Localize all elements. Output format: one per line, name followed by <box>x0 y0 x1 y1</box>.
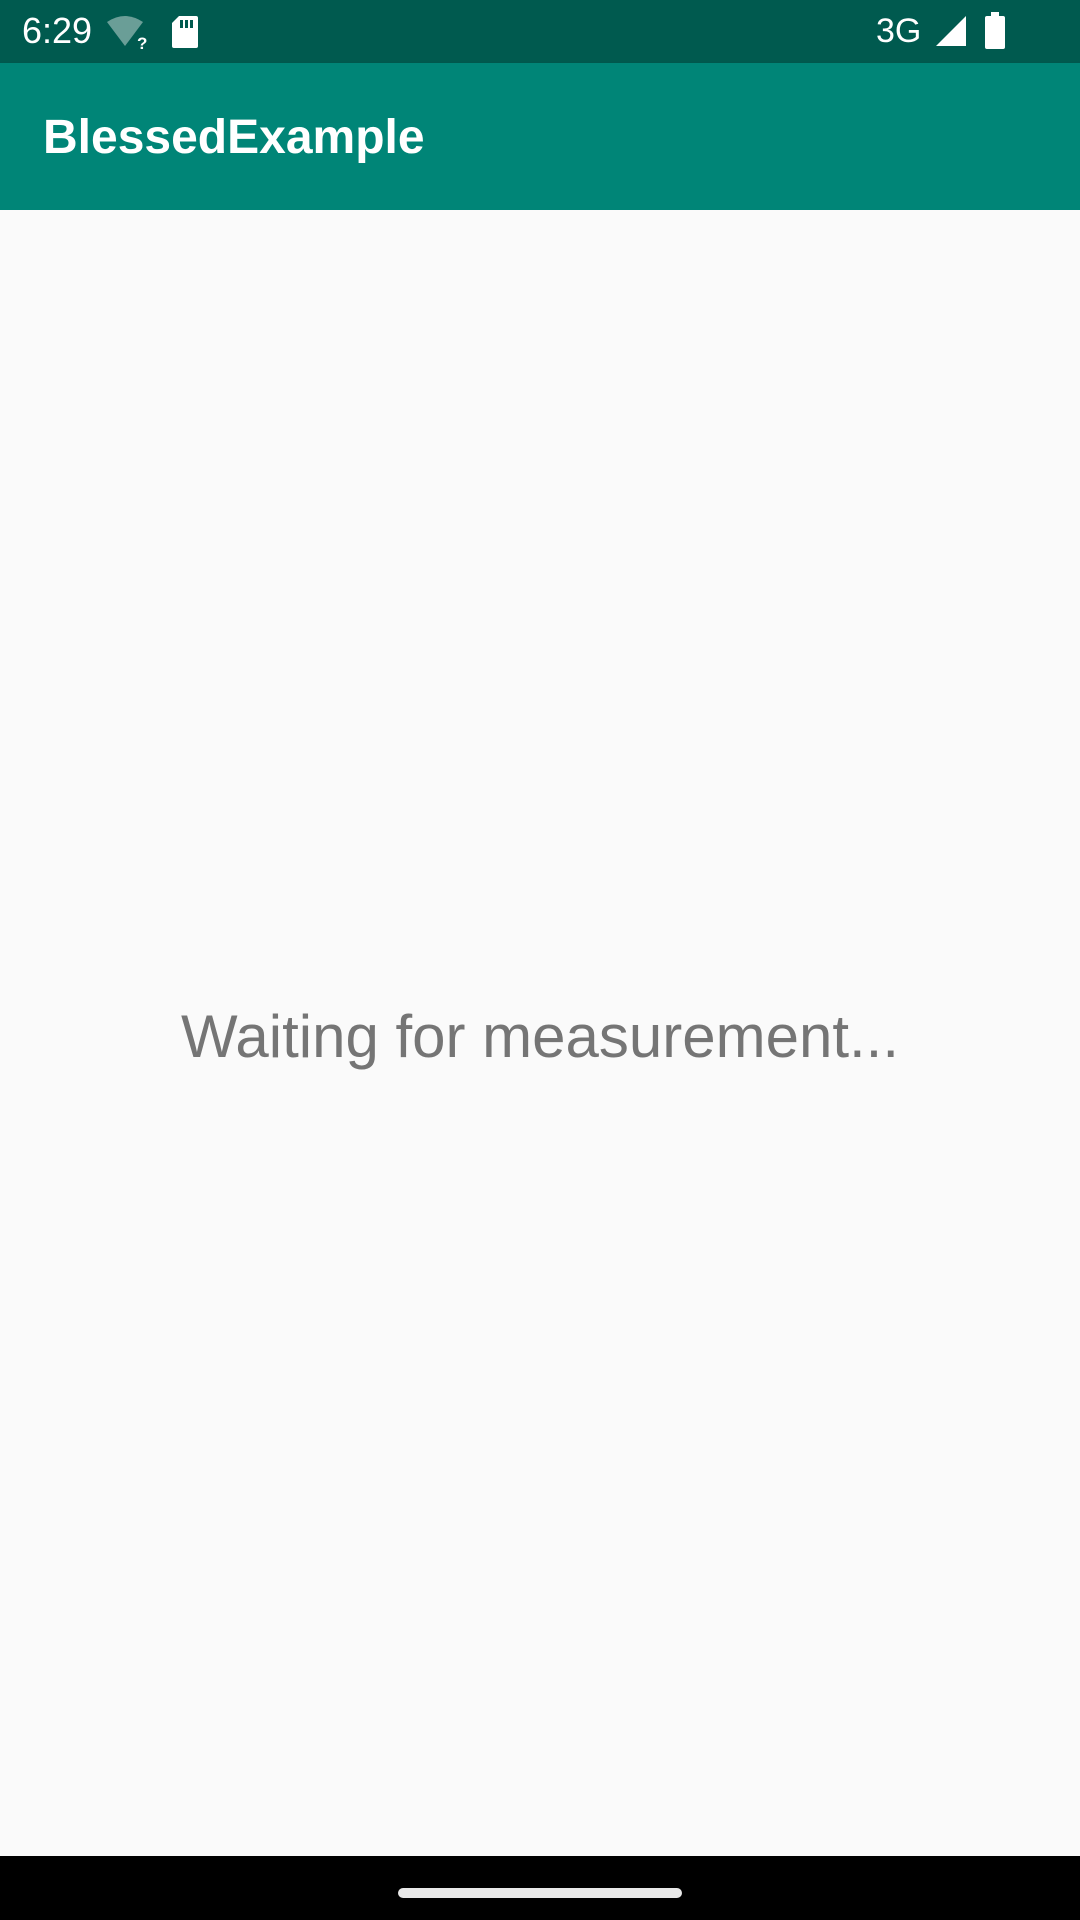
home-handle[interactable] <box>398 1888 682 1898</box>
main-content: Waiting for measurement... <box>0 210 1080 1856</box>
cell-signal-icon <box>934 14 968 48</box>
status-bar: 6:29 ? 3G <box>0 0 1080 63</box>
svg-text:?: ? <box>137 34 147 50</box>
measurement-status-text: Waiting for measurement... <box>180 1003 900 1070</box>
navigation-bar <box>0 1856 1080 1920</box>
battery-icon <box>984 12 1006 50</box>
sd-card-icon <box>170 14 200 50</box>
status-time: 6:29 <box>22 10 93 51</box>
wifi-unknown-icon: ? <box>106 14 150 53</box>
app-title: BlessedExample <box>43 111 425 164</box>
app-bar: BlessedExample <box>0 63 1080 210</box>
network-type-label: 3G <box>876 12 922 50</box>
